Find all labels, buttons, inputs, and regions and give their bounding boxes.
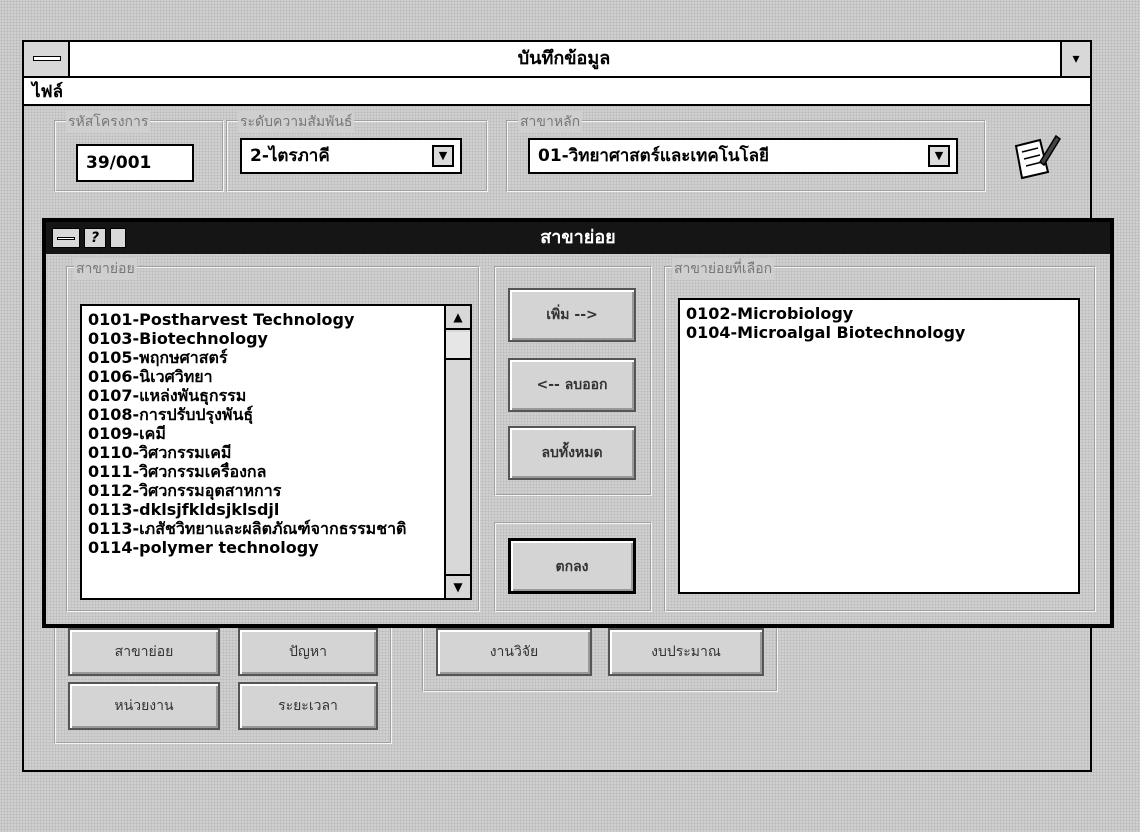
selected-group: สาขาย่อยที่เลือก 0102-Microbiology 0104-… (664, 258, 1096, 612)
agency-button[interactable]: หน่วยงาน (68, 682, 220, 730)
remove-all-button[interactable]: ลบทั้งหมด (508, 426, 636, 480)
main-branch-label: สาขาหลัก (518, 111, 583, 133)
list-item[interactable]: 0102-Microbiology (686, 304, 1066, 323)
list-item[interactable]: 0107-แหล่งพันธุกรรม (88, 386, 438, 405)
main-branch-select[interactable]: 01-วิทยาศาสตร์และเทคโนโลยี ▼ (528, 138, 958, 174)
list-item[interactable]: 0110-วิศวกรรมเคมี (88, 443, 438, 462)
dropdown-arrow-icon[interactable]: ▼ (432, 145, 454, 167)
menu-bar: ไฟล์ (24, 78, 1090, 106)
scroll-thumb[interactable] (446, 332, 470, 360)
selected-label: สาขาย่อยที่เลือก (672, 258, 775, 280)
list-item[interactable]: 0104-Microalgal Biotechnology (686, 323, 1066, 342)
help-icon[interactable]: ? (84, 228, 106, 248)
list-item[interactable]: 0105-พฤกษศาสตร์ (88, 348, 438, 367)
selected-list[interactable]: 0102-Microbiology 0104-Microalgal Biotec… (678, 298, 1080, 594)
problem-button[interactable]: ปัญหา (238, 628, 378, 676)
main-branch-group: สาขาหลัก 01-วิทยาศาสตร์และเทคโนโลยี ▼ (506, 111, 986, 192)
available-list-items: 0101-Postharvest Technology 0103-Biotech… (88, 310, 438, 594)
list-item[interactable]: 0101-Postharvest Technology (88, 310, 438, 329)
system-menu-icon[interactable] (24, 42, 70, 76)
list-item[interactable]: 0109-เคมี (88, 424, 438, 443)
available-group: สาขาย่อย 0101-Postharvest Technology 010… (66, 258, 480, 612)
list-item[interactable]: 0106-นิเวศวิทยา (88, 367, 438, 386)
list-item[interactable]: 0112-วิศวกรรมอุตสาหการ (88, 481, 438, 500)
dialog-title-bar: สาขาย่อย ? (46, 222, 1110, 254)
dialog-title: สาขาย่อย (540, 227, 616, 248)
window-title: บันทึกข้อมูล (517, 48, 611, 69)
research-button[interactable]: งานวิจัย (436, 628, 592, 676)
list-item[interactable]: 0113-เภสัชวิทยาและผลิตภัณฑ์จากธรรมชาติ (88, 519, 438, 538)
system-menu-icon[interactable] (52, 228, 80, 248)
list-item[interactable]: 0111-วิศวกรรมเครื่องกล (88, 462, 438, 481)
level-select[interactable]: 2-ไตรภาคี ▼ (240, 138, 462, 174)
budget-button[interactable]: งบประมาณ (608, 628, 764, 676)
scroll-up-icon[interactable]: ▲ (446, 306, 470, 330)
edit-note-icon[interactable] (1010, 132, 1062, 180)
project-code-group: รหัสโครงการ 39/001 (54, 111, 224, 192)
project-code-field[interactable]: 39/001 (76, 144, 194, 182)
project-code-label: รหัสโครงการ (66, 111, 151, 133)
ok-button[interactable]: ตกลง (508, 538, 636, 594)
maximize-icon[interactable]: ▾ (1060, 42, 1090, 76)
list-item[interactable]: 0113-dklsjfkldsjklsdjl (88, 500, 438, 519)
list-item[interactable]: 0114-polymer technology (88, 538, 438, 557)
level-group: ระดับความสัมพันธ์ 2-ไตรภาคี ▼ (226, 111, 488, 192)
period-button[interactable]: ระยะเวลา (238, 682, 378, 730)
level-label: ระดับความสัมพันธ์ (238, 111, 355, 133)
available-scrollbar[interactable]: ▲ ▼ (444, 306, 470, 598)
subbranch-dialog: สาขาย่อย ? สาขาย่อย 0101-Postharvest Tec… (42, 218, 1114, 628)
dialog-control-icon[interactable] (110, 228, 126, 248)
add-button[interactable]: เพิ่ม --> (508, 288, 636, 342)
list-item[interactable]: 0103-Biotechnology (88, 329, 438, 348)
main-branch-value: 01-วิทยาศาสตร์และเทคโนโลยี (538, 146, 770, 166)
menu-file[interactable]: ไฟล์ (32, 82, 63, 102)
scroll-down-icon[interactable]: ▼ (446, 574, 470, 598)
available-list[interactable]: 0101-Postharvest Technology 0103-Biotech… (80, 304, 472, 600)
level-value: 2-ไตรภาคี (250, 146, 330, 166)
subbranch-button[interactable]: สาขาย่อย (68, 628, 220, 676)
list-item[interactable]: 0108-การปรับปรุงพันธุ์ (88, 405, 438, 424)
selected-list-items: 0102-Microbiology 0104-Microalgal Biotec… (686, 304, 1066, 588)
title-bar: บันทึกข้อมูล ▾ (24, 42, 1090, 78)
dropdown-arrow-icon[interactable]: ▼ (928, 145, 950, 167)
available-label: สาขาย่อย (74, 258, 137, 280)
remove-button[interactable]: <-- ลบออก (508, 358, 636, 412)
